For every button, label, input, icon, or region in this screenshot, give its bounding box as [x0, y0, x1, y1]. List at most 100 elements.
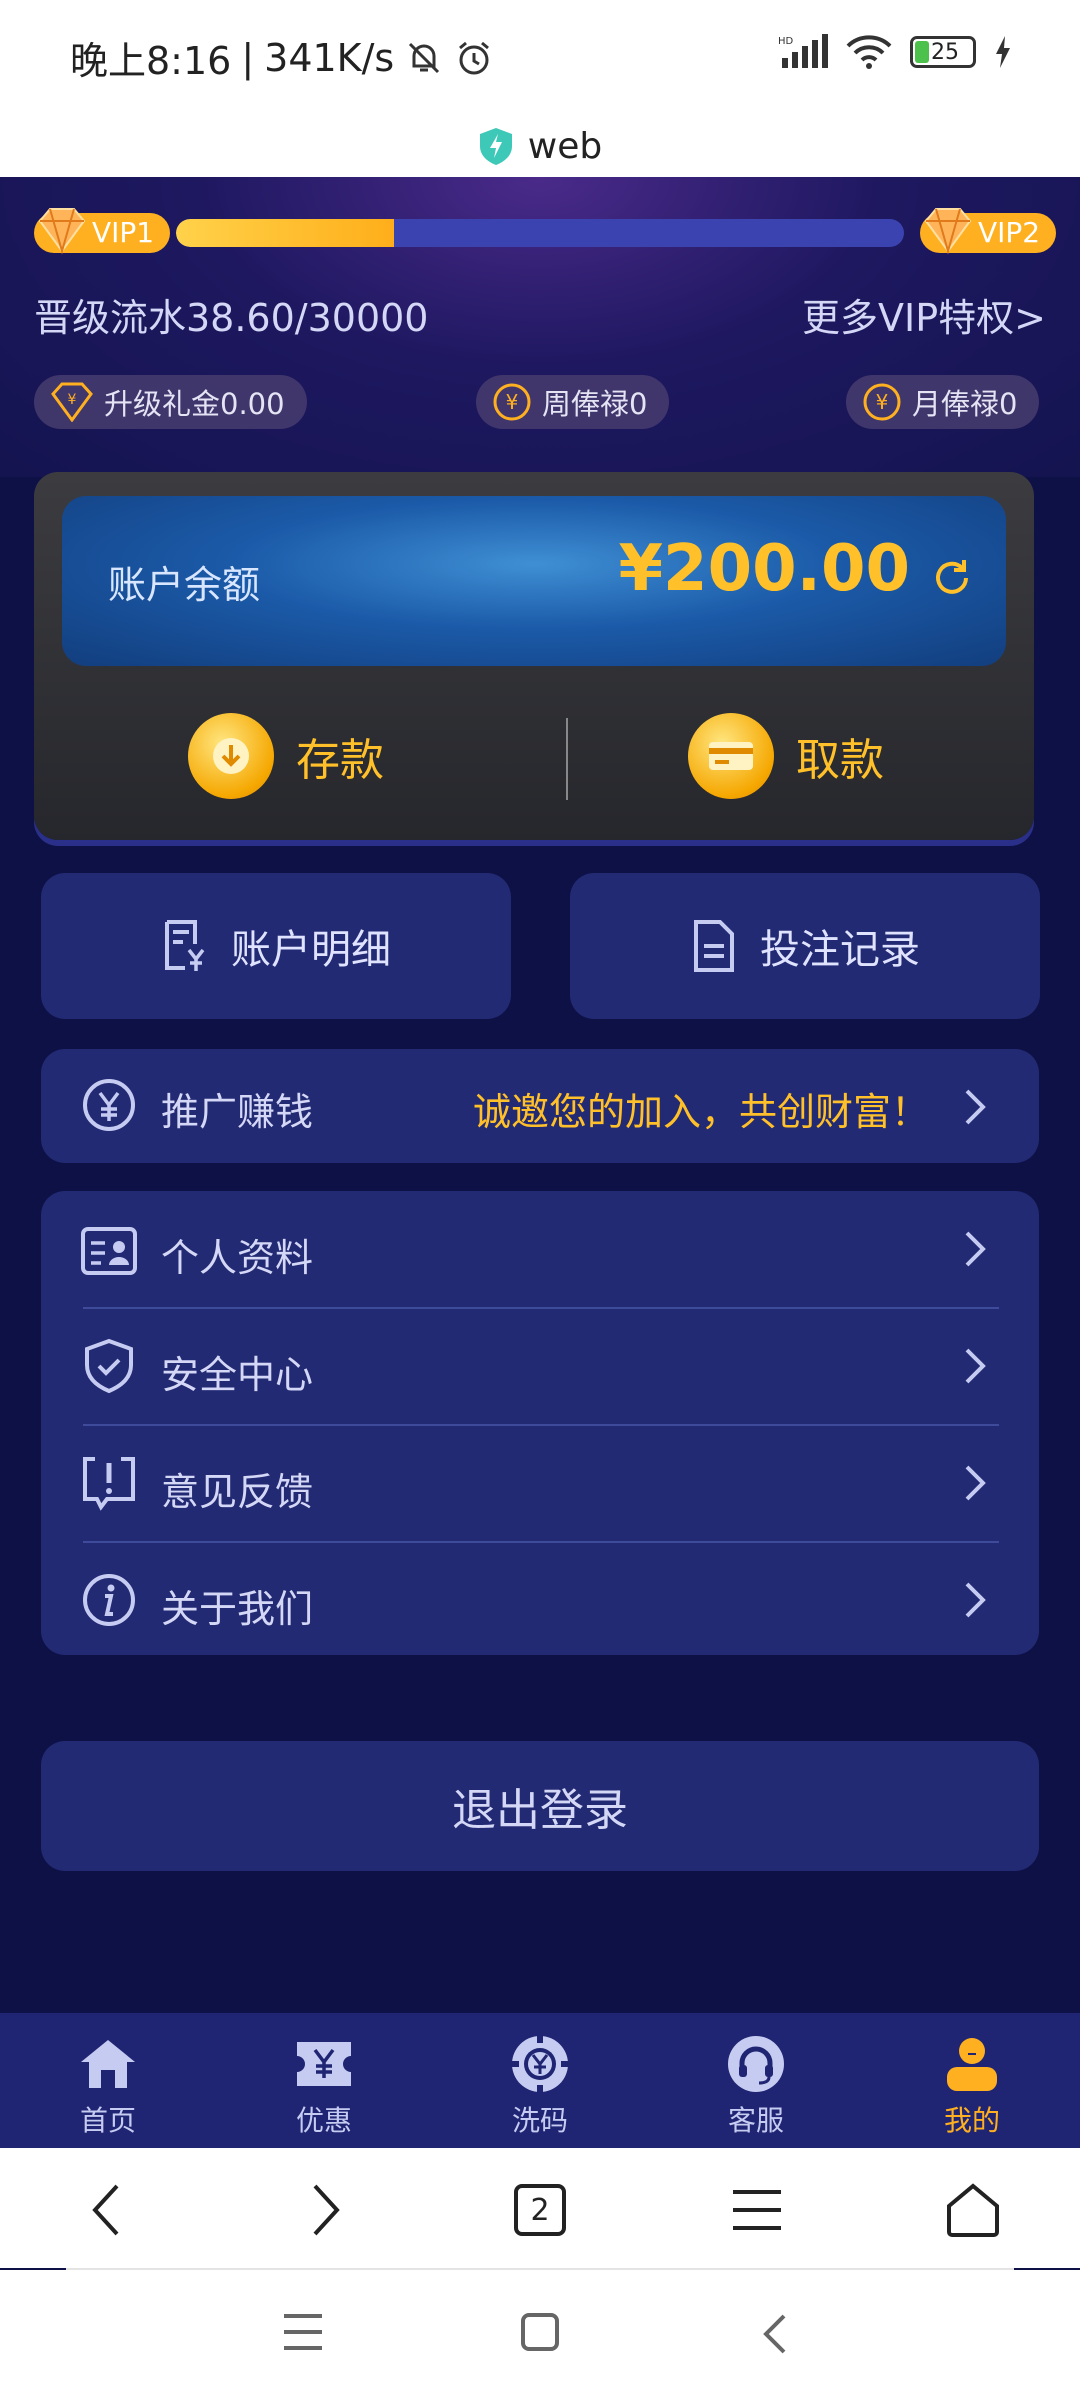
- refresh-icon[interactable]: [928, 554, 976, 602]
- back-button[interactable]: [72, 2178, 142, 2242]
- tab-count-icon: 2: [514, 2184, 566, 2236]
- bet-records-label: 投注记录: [760, 927, 920, 973]
- balance-card: 账户余额 ¥200.00 存款 取款: [34, 472, 1034, 840]
- chevron-right-icon: [965, 1348, 986, 1384]
- menu-item-feedback[interactable]: 意见反馈: [41, 1425, 1039, 1541]
- status-speed: 341K/s: [264, 35, 395, 80]
- status-right: HD 25: [778, 34, 1012, 70]
- home-square-icon[interactable]: [520, 2312, 560, 2352]
- status-left: 晚上8:16 | 341K/s: [70, 30, 494, 85]
- diamond-icon: [924, 208, 972, 255]
- settings-menu: 个人资料 安全中心 意见反馈 关于我们: [41, 1191, 1039, 1655]
- perk-label: 周俸禄0: [542, 387, 648, 421]
- back-arrow-icon[interactable]: [760, 2312, 788, 2356]
- chevron-right-icon: [965, 1582, 986, 1618]
- feedback-icon: [83, 1457, 135, 1511]
- logout-button[interactable]: 退出登录: [41, 1741, 1039, 1871]
- mute-bell-icon: [409, 42, 440, 73]
- balance-panel: 账户余额 ¥200.00: [62, 496, 1006, 666]
- chevron-right-icon: [313, 2184, 340, 2236]
- bottom-tab-bar: 首页 优惠 洗码 客服 我的: [0, 2013, 1080, 2148]
- bet-records-button[interactable]: 投注记录: [570, 873, 1040, 1019]
- vip-more-link[interactable]: 更多VIP特权>: [802, 287, 1046, 342]
- chevron-right-icon: [965, 1465, 986, 1501]
- yen-coin-icon: ¥: [493, 383, 531, 421]
- user-icon: [947, 2038, 997, 2091]
- tab-home[interactable]: 首页: [38, 2013, 178, 2148]
- promo-title: 推广赚钱: [161, 1090, 314, 1134]
- balance-label: 账户余额: [108, 563, 261, 607]
- perk-weekly-salary[interactable]: ¥ 周俸禄0: [476, 375, 670, 429]
- tabs-button[interactable]: 2: [505, 2178, 575, 2242]
- signal-icon: HD: [778, 34, 828, 68]
- menu-label: 安全中心: [161, 1353, 314, 1397]
- vip-progress-fill: [176, 219, 395, 247]
- tab-offers[interactable]: 优惠: [254, 2013, 394, 2148]
- menu-button[interactable]: [722, 2178, 792, 2242]
- forward-button[interactable]: [290, 2178, 360, 2242]
- account-details-label: 账户明细: [231, 927, 391, 973]
- menu-label: 个人资料: [161, 1236, 314, 1280]
- yen-circle-icon: [83, 1079, 135, 1131]
- shield-check-icon: [85, 1338, 133, 1394]
- balance-actions: 存款 取款: [34, 708, 1034, 808]
- menu-item-profile[interactable]: 个人资料: [41, 1191, 1039, 1307]
- system-navigation: [0, 2270, 1080, 2400]
- home-outline-icon: [947, 2183, 999, 2237]
- perk-upgrade-bonus[interactable]: ¥ 升级礼金0.00: [34, 375, 307, 429]
- battery-icon: 25: [910, 36, 976, 68]
- tab-label: 客服: [727, 2104, 784, 2137]
- shield-bolt-icon: [479, 128, 512, 165]
- svg-text:¥: ¥: [876, 390, 889, 414]
- document-icon: [694, 920, 734, 972]
- logout-label: 退出登录: [452, 1785, 628, 1836]
- menu-item-about[interactable]: 关于我们: [41, 1542, 1039, 1658]
- diamond-yen-icon: ¥: [51, 382, 93, 422]
- menu-item-security[interactable]: 安全中心: [41, 1308, 1039, 1424]
- promo-row[interactable]: 推广赚钱 诚邀您的加入，共创财富！: [41, 1049, 1039, 1163]
- deposit-icon: [188, 713, 274, 799]
- chevron-left-icon: [92, 2184, 119, 2236]
- tab-mine[interactable]: 我的: [902, 2013, 1042, 2148]
- chip-icon: [511, 2035, 569, 2093]
- wifi-icon: [846, 35, 892, 69]
- page-title: web: [527, 125, 603, 167]
- menu-label: 关于我们: [161, 1587, 314, 1631]
- chevron-right-icon: [965, 1089, 986, 1125]
- status-separator: |: [241, 35, 255, 80]
- menu-label: 意见反馈: [161, 1470, 314, 1514]
- diamond-icon: [38, 208, 86, 255]
- withdraw-button[interactable]: 取款: [688, 708, 884, 804]
- svg-text:¥: ¥: [506, 390, 519, 414]
- perk-label: 月俸禄0: [912, 387, 1018, 421]
- browser-toolbar: 2: [0, 2148, 1080, 2268]
- home-button[interactable]: [938, 2178, 1008, 2242]
- account-details-button[interactable]: 账户明细: [41, 873, 511, 1019]
- charging-icon: [996, 36, 1010, 68]
- battery-level: 25: [931, 39, 959, 65]
- deposit-button[interactable]: 存款: [188, 708, 384, 804]
- home-icon: [81, 2040, 135, 2088]
- recents-icon[interactable]: [282, 2312, 324, 2352]
- tab-support[interactable]: 客服: [686, 2013, 826, 2148]
- vip-progress-bar: [176, 219, 904, 247]
- withdraw-label: 取款: [796, 735, 884, 786]
- balance-divider: [566, 718, 568, 800]
- perk-monthly-salary[interactable]: ¥ 月俸禄0: [846, 375, 1040, 429]
- deposit-label: 存款: [296, 735, 384, 786]
- alarm-icon: [459, 41, 490, 74]
- card-icon: [688, 713, 774, 799]
- tab-label: 我的: [943, 2104, 1000, 2137]
- perk-label: 升级礼金0.00: [104, 387, 285, 421]
- vip-next-label: VIP2: [978, 216, 1041, 249]
- tab-count: 2: [530, 2192, 550, 2228]
- vip-current-label: VIP1: [92, 216, 155, 249]
- chevron-right-icon: [965, 1231, 986, 1267]
- vip-next-badge: VIP2: [920, 208, 1057, 255]
- headset-icon: [728, 2036, 784, 2092]
- svg-text:HD: HD: [778, 36, 794, 47]
- tab-rebate[interactable]: 洗码: [470, 2013, 610, 2148]
- status-bar: 晚上8:16 | 341K/s HD 25: [0, 0, 1080, 115]
- url-bar[interactable]: web: [0, 115, 1080, 177]
- vip-flow-text: 晋级流水38.60/30000: [34, 296, 429, 340]
